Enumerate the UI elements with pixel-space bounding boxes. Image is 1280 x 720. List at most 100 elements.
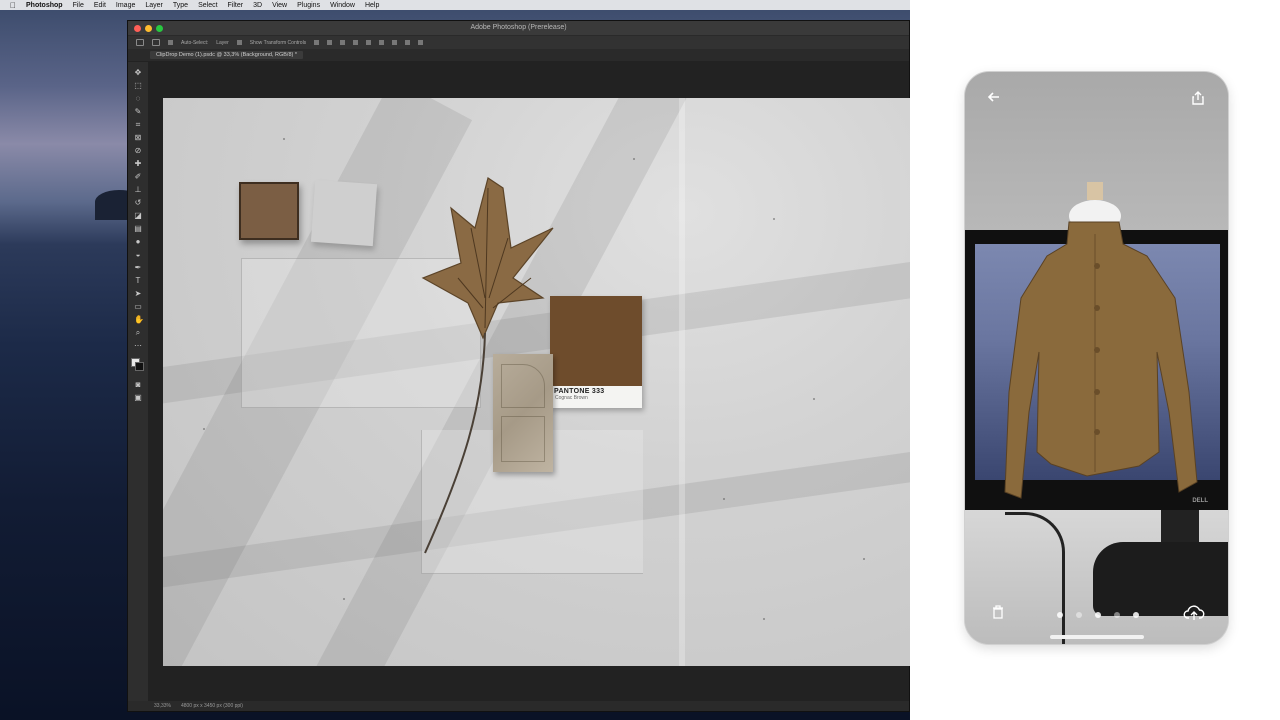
- page-dot[interactable]: [1114, 612, 1120, 618]
- show-transform-label: Show Transform Controls: [249, 39, 307, 46]
- document-canvas[interactable]: PANTONE 333 Cognac Brown: [163, 98, 910, 666]
- ps-statusbar: 33,33% 4800 px x 3450 px (300 ppi): [128, 701, 909, 711]
- document-tab[interactable]: ClipDrop Demo (1).psdc @ 33,3% (Backgrou…: [150, 51, 303, 59]
- type-tool-icon[interactable]: T: [134, 276, 142, 285]
- layer-select-dropdown[interactable]: Layer: [216, 40, 229, 46]
- gradient-tool-icon[interactable]: ▤: [134, 224, 142, 233]
- align-center-icon[interactable]: [327, 40, 333, 45]
- eraser-tool-icon[interactable]: ◪: [134, 211, 142, 220]
- ps-toolbar: ✥ ⬚ ◌ ✎ ⌗ ⊠ ⊘ ✚ ✐ ⊥ ↺ ◪ ▤ ● ◒ ✒ T ➤ ▭ ✋ …: [128, 62, 148, 702]
- grey-fabric-swatch: [310, 179, 378, 247]
- auto-select-checkbox[interactable]: [168, 40, 173, 45]
- eyedropper-tool-icon[interactable]: ⊘: [134, 146, 142, 155]
- paper-speck: [723, 498, 725, 500]
- ps-document-tabs: ClipDrop Demo (1).psdc @ 33,3% (Backgrou…: [128, 49, 909, 61]
- textured-tile: [493, 354, 553, 472]
- marquee-tool-icon[interactable]: ⬚: [134, 81, 142, 90]
- history-brush-tool-icon[interactable]: ↺: [134, 198, 142, 207]
- move-tool-icon[interactable]: ✥: [134, 68, 142, 77]
- clone-stamp-tool-icon[interactable]: ⊥: [134, 185, 142, 194]
- trash-icon[interactable]: [991, 604, 1005, 620]
- cable: [1005, 512, 1065, 644]
- dodge-tool-icon[interactable]: ◒: [134, 250, 142, 259]
- brush-tool-icon[interactable]: ✐: [134, 172, 142, 181]
- menu-select[interactable]: Select: [198, 2, 217, 9]
- color-swatches[interactable]: [131, 358, 145, 372]
- phone-screen: DELL: [965, 72, 1228, 644]
- more-options-icon[interactable]: [405, 40, 411, 45]
- paper-speck: [283, 138, 285, 140]
- menu-filter[interactable]: Filter: [228, 2, 244, 9]
- light-seam: [679, 98, 685, 666]
- menu-window[interactable]: Window: [330, 2, 355, 9]
- monitor-base: [1093, 542, 1228, 616]
- home-icon[interactable]: [136, 39, 144, 46]
- tile-pattern: [501, 364, 545, 408]
- blur-tool-icon[interactable]: ●: [134, 237, 142, 246]
- pen-tool-icon[interactable]: ✒: [134, 263, 142, 272]
- distribute-icon[interactable]: [392, 40, 398, 45]
- pantone-code: PANTONE 333: [554, 388, 605, 395]
- move-tool-icon[interactable]: [152, 39, 160, 46]
- crop-tool-icon[interactable]: ⌗: [134, 120, 142, 129]
- menu-3d[interactable]: 3D: [253, 2, 262, 9]
- menu-file[interactable]: File: [73, 2, 84, 9]
- paper-speck: [863, 558, 865, 560]
- 3d-mode-icon[interactable]: [418, 40, 424, 45]
- menu-view[interactable]: View: [272, 2, 287, 9]
- pantone-name: Cognac Brown: [555, 395, 588, 401]
- cloud-upload-icon[interactable]: [1183, 604, 1205, 622]
- align-middle-icon[interactable]: [366, 40, 372, 45]
- path-select-tool-icon[interactable]: ➤: [134, 289, 142, 298]
- quick-mask-icon[interactable]: ◙: [134, 380, 142, 389]
- page-dot[interactable]: [1076, 612, 1082, 618]
- ps-options-bar: Auto-Select: Layer Show Transform Contro…: [128, 35, 909, 49]
- paper-speck: [203, 428, 205, 430]
- menu-plugins[interactable]: Plugins: [297, 2, 320, 9]
- show-transform-checkbox[interactable]: [236, 40, 242, 45]
- more-tools-icon[interactable]: ⋯: [134, 341, 142, 350]
- align-right-icon[interactable]: [340, 40, 346, 45]
- page-indicator[interactable]: [1057, 612, 1139, 618]
- back-arrow-icon[interactable]: [987, 90, 1003, 106]
- home-indicator[interactable]: [1050, 635, 1144, 639]
- apple-icon[interactable]: : [10, 1, 16, 10]
- align-left-icon[interactable]: [314, 40, 320, 45]
- paper-speck: [633, 158, 635, 160]
- paper-speck: [763, 618, 765, 620]
- pantone-color-chip: [550, 296, 642, 386]
- ps-titlebar: Adobe Photoshop (Prerelease): [128, 21, 909, 35]
- zoom-tool-icon[interactable]: ⌕: [134, 328, 142, 337]
- mac-menubar:  Photoshop File Edit Image Layer Type S…: [0, 0, 910, 10]
- lasso-tool-icon[interactable]: ◌: [134, 94, 142, 103]
- menu-help[interactable]: Help: [365, 2, 379, 9]
- screen-mode-icon[interactable]: ▣: [134, 393, 142, 402]
- menu-image[interactable]: Image: [116, 2, 135, 9]
- healing-tool-icon[interactable]: ✚: [134, 159, 142, 168]
- menu-type[interactable]: Type: [173, 2, 188, 9]
- frame-tool-icon[interactable]: ⊠: [134, 133, 142, 142]
- screen:  Photoshop File Edit Image Layer Type S…: [0, 0, 1280, 720]
- quick-select-tool-icon[interactable]: ✎: [134, 107, 142, 116]
- auto-select-label: Auto-Select:: [181, 39, 209, 46]
- align-top-icon[interactable]: [353, 40, 359, 45]
- menu-edit[interactable]: Edit: [94, 2, 106, 9]
- paper-speck: [813, 398, 815, 400]
- shape-tool-icon[interactable]: ▭: [134, 302, 142, 311]
- document-info: 4800 px x 3450 px (300 ppi): [180, 703, 243, 709]
- page-dot[interactable]: [1057, 612, 1063, 618]
- ps-window-title: Adobe Photoshop (Prerelease): [470, 24, 567, 31]
- hand-tool-icon[interactable]: ✋: [134, 315, 144, 324]
- menu-app-photoshop[interactable]: Photoshop: [26, 2, 63, 9]
- tile-pattern: [501, 416, 545, 462]
- jacket-photo: [1004, 182, 1198, 499]
- page-dot[interactable]: [1095, 612, 1101, 618]
- menu-layer[interactable]: Layer: [145, 2, 163, 9]
- align-bottom-icon[interactable]: [379, 40, 385, 45]
- page-dot[interactable]: [1133, 612, 1139, 618]
- share-icon[interactable]: [1190, 90, 1206, 106]
- background-color-swatch[interactable]: [135, 362, 144, 371]
- zoom-level[interactable]: 33,33%: [154, 703, 171, 709]
- pantone-card: PANTONE 333 Cognac Brown: [550, 296, 642, 408]
- brown-fabric-swatch: [239, 182, 299, 240]
